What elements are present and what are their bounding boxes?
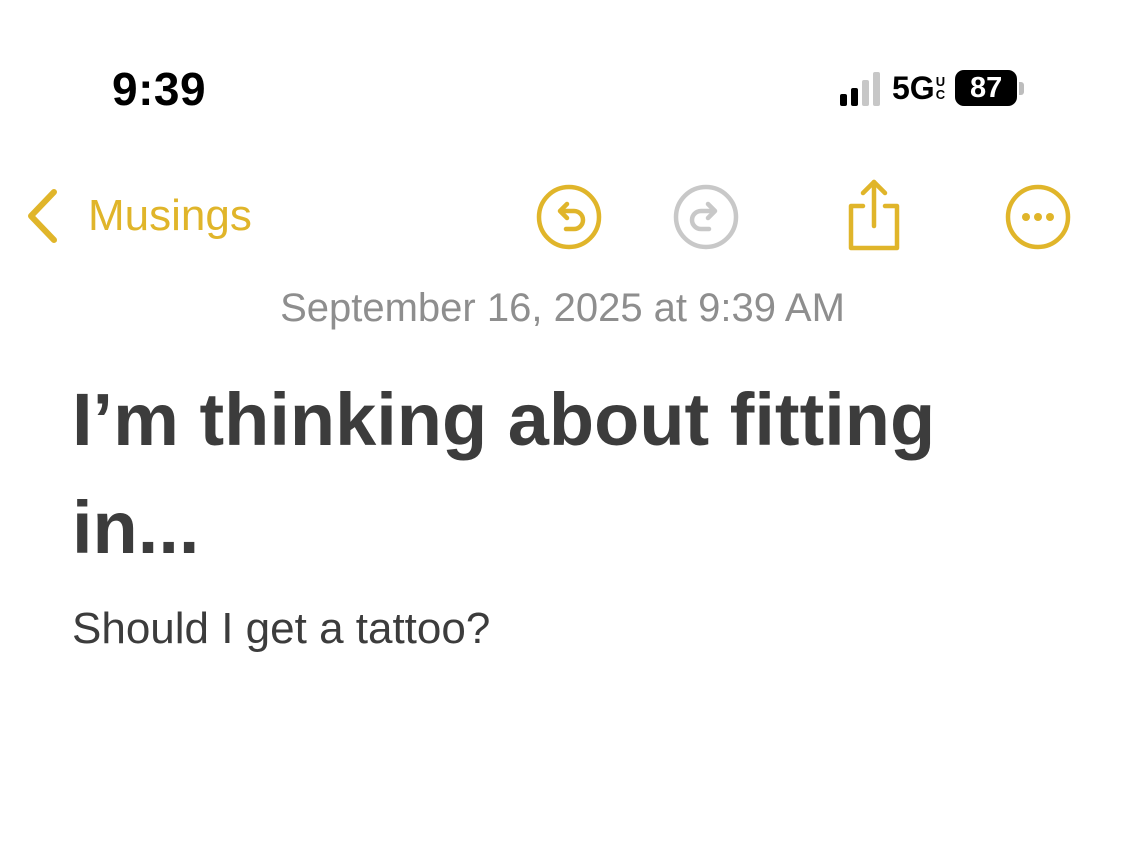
note-date: September 16, 2025 at 9:39 AM — [280, 286, 845, 330]
status-indicators: 5G U C 87 — [840, 66, 1025, 110]
status-time: 9:39 — [112, 63, 207, 115]
chevron-left-icon — [24, 188, 60, 244]
share-icon — [839, 176, 909, 254]
network-indicator: 5G U C — [892, 70, 945, 107]
redo-icon — [671, 182, 741, 252]
note-body[interactable]: Should I get a tattoo? — [72, 604, 1062, 654]
cellular-signal-icon — [840, 70, 880, 106]
note-title[interactable]: I’m thinking about fitting in... — [72, 366, 1062, 582]
redo-button[interactable] — [671, 182, 741, 252]
battery-level: 87 — [955, 70, 1018, 106]
network-badge: U C — [935, 74, 946, 102]
network-type: 5G — [892, 69, 935, 106]
battery-cap — [1019, 81, 1025, 95]
back-button-label: Musings — [88, 191, 252, 240]
more-icon — [1003, 182, 1073, 252]
more-options-button[interactable] — [1003, 182, 1073, 252]
share-button[interactable] — [839, 176, 909, 254]
battery-icon: 87 — [955, 70, 1025, 106]
undo-icon — [534, 182, 604, 252]
back-button[interactable]: Musings — [24, 186, 252, 246]
undo-button[interactable] — [534, 182, 604, 252]
